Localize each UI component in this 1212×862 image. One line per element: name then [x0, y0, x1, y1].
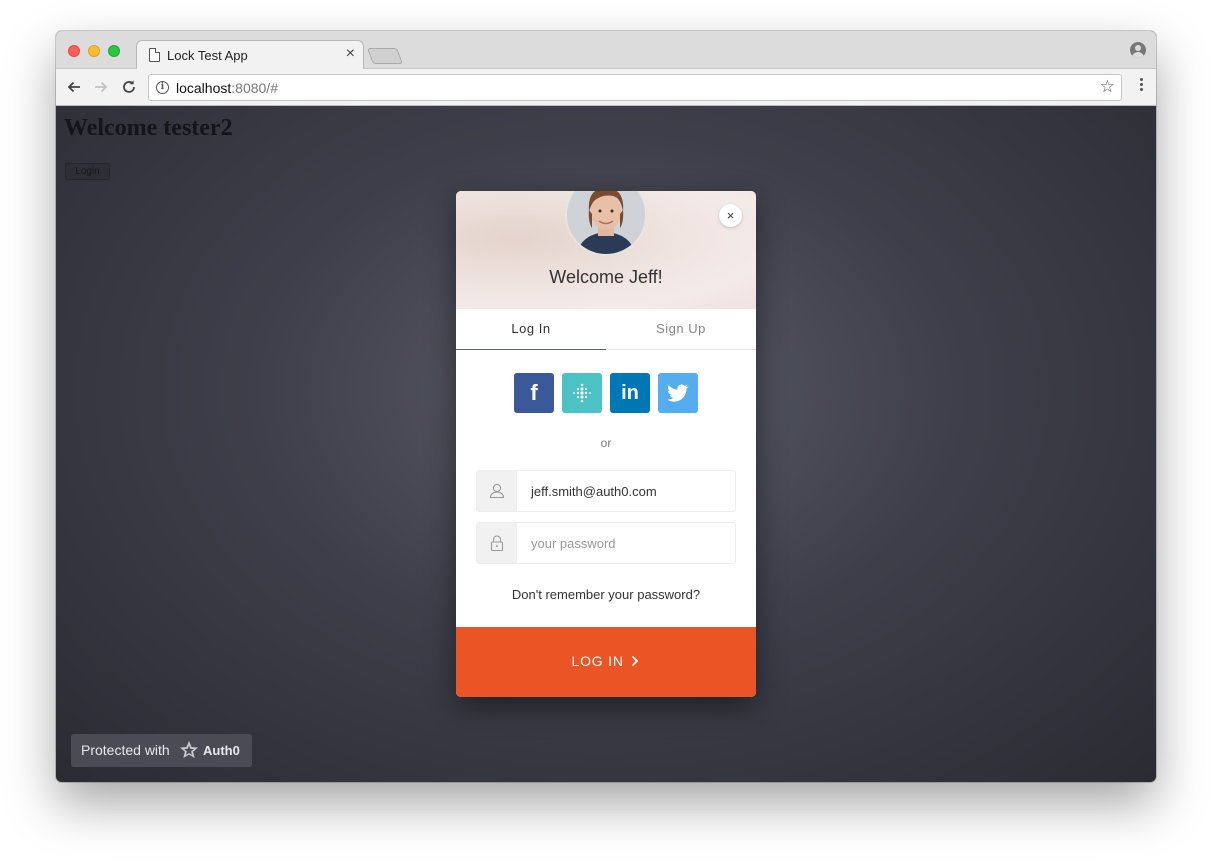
new-tab-button[interactable] [367, 48, 403, 64]
address-bar[interactable]: i localhost:8080/# ☆ [148, 74, 1122, 101]
facebook-login-button[interactable]: f [514, 373, 554, 413]
reload-icon[interactable] [119, 77, 139, 97]
lock-tabs: Log In Sign Up [456, 309, 756, 350]
user-icon [477, 471, 517, 511]
avatar [565, 191, 647, 256]
page-content: Welcome tester2 Login × Welcome Jeff! Lo… [56, 106, 1156, 782]
auth0-badge[interactable]: Protected with Auth0 [71, 734, 252, 767]
tab-sign-up[interactable]: Sign Up [606, 309, 756, 350]
tab-title: Lock Test App [167, 48, 248, 63]
lock-icon [477, 523, 517, 563]
browser-menu-icon[interactable] [1140, 78, 1144, 96]
tab-log-in[interactable]: Log In [456, 309, 606, 350]
auth0-logo-icon [180, 741, 198, 758]
email-value: jeff.smith@auth0.com [531, 484, 657, 499]
bookmark-star-icon[interactable]: ☆ [1100, 77, 1115, 97]
badge-brand: Auth0 [203, 743, 240, 758]
twitter-login-button[interactable] [658, 373, 698, 413]
password-placeholder: your password [531, 536, 616, 551]
browser-tab[interactable]: Lock Test App × [136, 40, 364, 70]
browser-toolbar: i localhost:8080/# ☆ [56, 69, 1156, 106]
browser-window: Lock Test App × i localhost:8080/# ☆ Wel… [56, 31, 1156, 782]
minimize-window-button[interactable] [88, 45, 100, 57]
fitbit-login-button[interactable] [562, 373, 602, 413]
profile-icon[interactable] [1130, 42, 1146, 58]
back-arrow-icon[interactable] [64, 77, 84, 97]
tab-strip: Lock Test App × [56, 31, 1156, 70]
document-icon [149, 47, 161, 62]
submit-label: LOG IN [456, 653, 756, 669]
log-in-submit-button[interactable]: LOG IN [456, 627, 756, 697]
url-text: localhost:8080/# [176, 80, 278, 96]
info-icon[interactable]: i [156, 81, 169, 94]
close-window-button[interactable] [68, 45, 80, 57]
close-icon[interactable]: × [719, 204, 742, 227]
welcome-title: Welcome Jeff! [549, 267, 663, 287]
fitbit-icon [573, 383, 591, 403]
linkedin-icon: in [621, 382, 639, 404]
linkedin-login-button[interactable]: in [610, 373, 650, 413]
lock-widget: × Welcome Jeff! Log In Sign Up f in or j… [456, 191, 756, 697]
forward-arrow-icon[interactable] [91, 77, 111, 97]
password-field[interactable]: your password [476, 522, 736, 564]
twitter-bird-icon [667, 384, 689, 402]
maximize-window-button[interactable] [108, 45, 120, 57]
or-divider: or [600, 436, 612, 450]
lock-header: × Welcome Jeff! [456, 191, 756, 309]
page-heading: Welcome tester2 [64, 115, 233, 141]
facebook-icon: f [530, 380, 538, 405]
chevron-right-icon [632, 655, 639, 667]
email-field[interactable]: jeff.smith@auth0.com [476, 470, 736, 512]
badge-text: Protected with [81, 742, 170, 758]
tab-close-icon[interactable]: × [346, 46, 355, 62]
page-login-button[interactable]: Login [65, 163, 110, 180]
forgot-password-link[interactable]: Don't remember your password? [456, 587, 756, 602]
